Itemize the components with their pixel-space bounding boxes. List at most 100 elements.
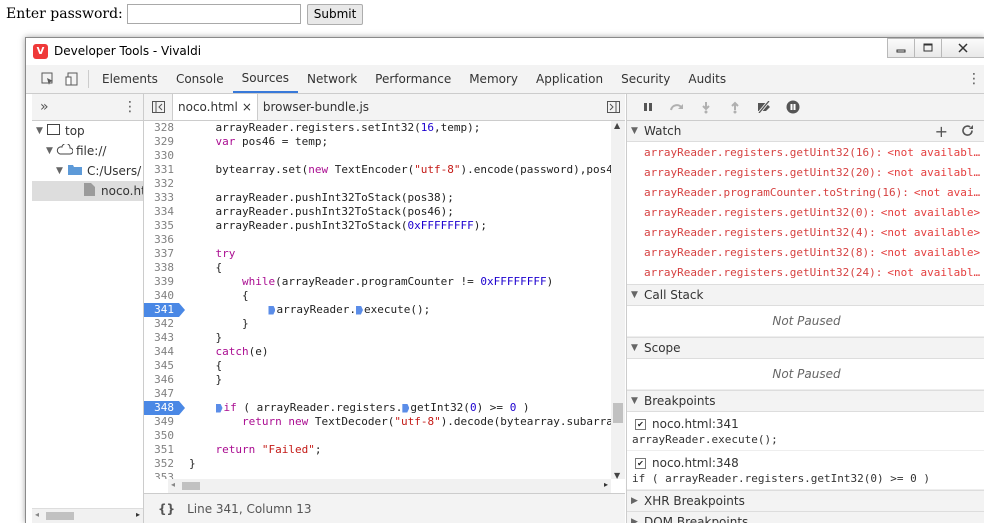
more-options-icon[interactable]: ⋮ — [967, 65, 981, 93]
code-line[interactable]: 343 } — [144, 331, 625, 345]
tree-item-top[interactable]: ▼ top — [32, 121, 143, 141]
refresh-watch-icon[interactable] — [961, 124, 974, 140]
close-icon[interactable] — [941, 38, 984, 58]
line-number[interactable]: 352 — [144, 457, 179, 471]
code-line[interactable]: 352} — [144, 457, 625, 471]
line-number[interactable]: 342 — [144, 317, 179, 331]
code-line[interactable]: 342 } — [144, 317, 625, 331]
step-out-icon[interactable] — [720, 94, 749, 120]
add-watch-icon[interactable]: + — [935, 122, 948, 141]
line-number[interactable]: 334 — [144, 205, 179, 219]
line-number[interactable]: 346 — [144, 373, 179, 387]
maximize-icon[interactable] — [914, 38, 942, 58]
tab-console[interactable]: Console — [167, 65, 233, 93]
collapse-triangle-icon[interactable]: ▼ — [631, 290, 641, 300]
code-line[interactable]: 330 — [144, 149, 625, 163]
line-number[interactable]: 333 — [144, 191, 179, 205]
xhr-breakpoints-section-header[interactable]: ▶ XHR Breakpoints — [627, 490, 984, 512]
expand-triangle-icon[interactable]: ▼ — [46, 146, 56, 156]
close-tab-icon[interactable]: × — [242, 100, 252, 114]
scrollbar-thumb[interactable] — [613, 403, 623, 423]
call-stack-section-header[interactable]: ▼ Call Stack — [627, 284, 984, 306]
inspect-element-icon[interactable] — [36, 65, 60, 93]
expand-triangle-icon[interactable]: ▶ — [631, 496, 641, 506]
deactivate-breakpoints-icon[interactable] — [749, 94, 778, 120]
code-line[interactable]: 347 — [144, 387, 625, 401]
collapse-triangle-icon[interactable]: ▼ — [631, 343, 641, 353]
tab-memory[interactable]: Memory — [460, 65, 527, 93]
watch-expression[interactable]: arrayReader.registers.getUint32(0): <not … — [627, 202, 984, 222]
line-number[interactable]: 349 — [144, 415, 179, 429]
code-line[interactable]: 353 — [144, 471, 625, 479]
expand-triangle-icon[interactable]: ▼ — [56, 166, 66, 176]
editor-horizontal-scrollbar[interactable]: ◂ ▸ — [168, 479, 611, 493]
password-input[interactable] — [126, 4, 301, 24]
tab-security[interactable]: Security — [612, 65, 679, 93]
pause-on-exceptions-icon[interactable] — [778, 94, 807, 120]
code-line[interactable]: 339 while(arrayReader.programCounter != … — [144, 275, 625, 289]
line-number[interactable]: 330 — [144, 149, 179, 163]
code-line[interactable]: 346 } — [144, 373, 625, 387]
pretty-print-icon[interactable]: {} — [158, 502, 175, 516]
code-line[interactable]: 340 { — [144, 289, 625, 303]
tree-item-file[interactable]: ▼ file:// — [32, 141, 143, 161]
line-number[interactable]: 337 — [144, 247, 179, 261]
navigator-menu-icon[interactable]: ⋮ — [123, 99, 137, 115]
tab-noco-html[interactable]: noco.html × — [172, 94, 258, 120]
code-line[interactable]: 334 arrayReader.pushInt32ToStack(pos46); — [144, 205, 625, 219]
editor-vertical-scrollbar[interactable]: ▲ ▼ — [611, 121, 625, 480]
breakpoint-checkbox[interactable]: ✔ — [635, 457, 646, 469]
watch-expression[interactable]: arrayReader.programCounter.toString(16):… — [627, 182, 984, 202]
watch-expression[interactable]: arrayReader.registers.getUint32(24): <not… — [627, 262, 984, 282]
line-number[interactable]: 340 — [144, 289, 179, 303]
step-into-icon[interactable] — [691, 94, 720, 120]
line-number[interactable]: 329 — [144, 135, 179, 149]
code-line[interactable]: 328 arrayReader.registers.setInt32(16,te… — [144, 121, 625, 135]
toggle-navigator-icon[interactable] — [144, 93, 172, 121]
code-line[interactable]: 329 var pos46 = temp; — [144, 135, 625, 149]
code-line[interactable]: 338 { — [144, 261, 625, 275]
minimize-icon[interactable] — [887, 38, 915, 58]
code-view[interactable]: 328 arrayReader.registers.setInt32(16,te… — [144, 121, 625, 479]
line-number[interactable]: 335 — [144, 219, 179, 233]
code-line[interactable]: 348 if ( arrayReader.registers. getInt32(… — [144, 401, 625, 415]
code-line[interactable]: 345 { — [144, 359, 625, 373]
expand-triangle-icon[interactable]: ▶ — [631, 517, 641, 523]
line-number[interactable]: 338 — [144, 261, 179, 275]
tab-browser-bundle[interactable]: browser-bundle.js — [258, 94, 374, 120]
line-number[interactable]: 350 — [144, 429, 179, 443]
line-number[interactable]: 328 — [144, 121, 179, 135]
watch-expression[interactable]: arrayReader.registers.getUint32(4): <not … — [627, 222, 984, 242]
code-line[interactable]: 344 catch(e) — [144, 345, 625, 359]
line-number[interactable]: 336 — [144, 233, 179, 247]
line-number[interactable]: 351 — [144, 443, 179, 457]
line-number[interactable]: 347 — [144, 387, 179, 401]
tab-sources[interactable]: Sources — [232, 65, 299, 93]
watch-section-header[interactable]: ▼ Watch + — [627, 121, 984, 142]
breakpoint-item[interactable]: ✔ noco.html:348 if ( arrayReader.registe… — [627, 451, 984, 490]
tree-item-folder[interactable]: ▼ C:/Users/ — [32, 161, 143, 181]
code-line[interactable]: 337 try — [144, 247, 625, 261]
breakpoint-checkbox[interactable]: ✔ — [635, 418, 646, 430]
breakpoint-line-number[interactable]: 348 — [144, 401, 185, 415]
code-line[interactable]: 341 arrayReader. execute(); — [144, 303, 625, 317]
expand-triangle-icon[interactable]: ▼ — [36, 126, 46, 136]
more-tabs-chevron-icon[interactable]: » — [40, 99, 49, 115]
toggle-debugger-icon[interactable] — [601, 93, 625, 121]
breakpoint-line-number[interactable]: 341 — [144, 303, 185, 317]
code-line[interactable]: 336 — [144, 233, 625, 247]
step-over-icon[interactable] — [662, 94, 691, 120]
watch-expression[interactable]: arrayReader.registers.getUint32(16): <not… — [627, 142, 984, 162]
submit-button[interactable]: Submit — [306, 3, 364, 25]
code-line[interactable]: 349 return new TextDecoder("utf-8").deco… — [144, 415, 625, 429]
code-line[interactable]: 332 — [144, 177, 625, 191]
line-number[interactable]: 345 — [144, 359, 179, 373]
breakpoint-item[interactable]: ✔ noco.html:341 arrayReader.execute(); — [627, 412, 984, 451]
tab-application[interactable]: Application — [527, 65, 612, 93]
line-number[interactable]: 339 — [144, 275, 179, 289]
line-number[interactable]: 332 — [144, 177, 179, 191]
device-toolbar-icon[interactable] — [60, 65, 84, 93]
code-line[interactable]: 335 arrayReader.pushInt32ToStack(0xFFFFF… — [144, 219, 625, 233]
code-line[interactable]: 331 bytearray.set(new TextEncoder("utf-8… — [144, 163, 625, 177]
watch-expression[interactable]: arrayReader.registers.getUint32(8): <not … — [627, 242, 984, 262]
